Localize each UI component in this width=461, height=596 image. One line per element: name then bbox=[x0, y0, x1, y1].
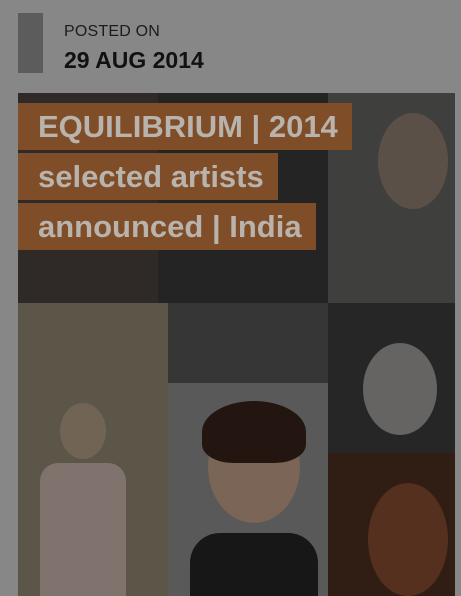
blog-post: POSTED ON 29 AUG 2014 EQUILIBRIUM | 2014… bbox=[0, 0, 461, 596]
post-date-block: POSTED ON 29 AUG 2014 bbox=[18, 13, 438, 73]
post-title[interactable]: EQUILIBRIUM | 2014 selected artists anno… bbox=[18, 98, 352, 253]
post-title-line[interactable]: EQUILIBRIUM | 2014 bbox=[18, 103, 352, 150]
posted-date: 29 AUG 2014 bbox=[64, 47, 204, 73]
posted-on-label: POSTED ON bbox=[64, 23, 161, 40]
post-title-line[interactable]: announced | India bbox=[18, 203, 316, 250]
post-title-line[interactable]: selected artists bbox=[18, 153, 278, 200]
date-accent-bar bbox=[18, 13, 43, 73]
